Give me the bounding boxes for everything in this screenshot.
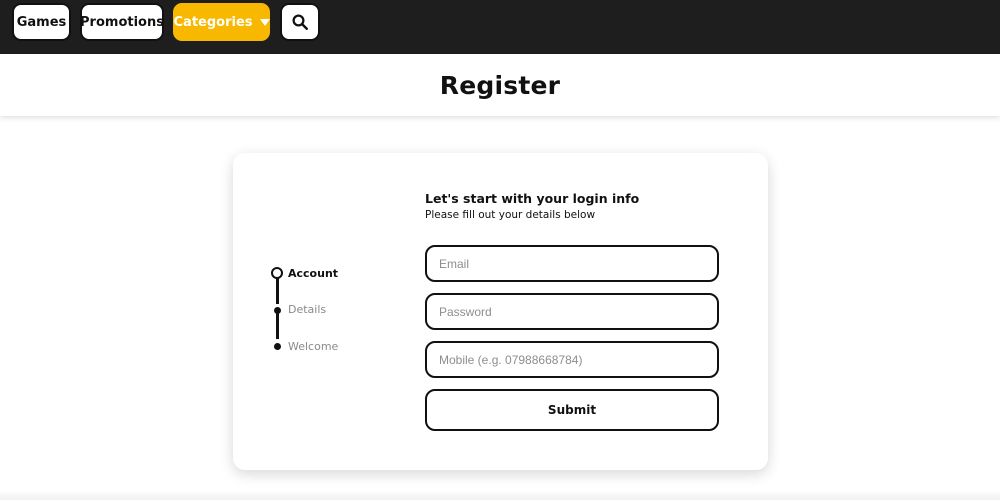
nav-promotions-button[interactable]: Promotions xyxy=(80,3,164,41)
nav-categories-dropdown[interactable]: Categories xyxy=(173,3,270,41)
form-subheading: Please fill out your details below xyxy=(425,209,596,221)
categories-label: Categories xyxy=(173,14,253,30)
search-icon xyxy=(292,14,308,30)
submit-button[interactable]: Submit xyxy=(425,389,719,431)
register-card: Account Details Welcome Let's start with… xyxy=(233,153,768,470)
nav-games-button[interactable]: Games xyxy=(12,3,71,41)
step-label-details: Details xyxy=(288,303,327,316)
step-label-account: Account xyxy=(288,267,339,280)
caret-down-icon xyxy=(259,19,270,26)
step-dot-icon xyxy=(274,343,281,350)
registration-stepper: Account Details Welcome xyxy=(271,265,391,355)
form-heading: Let's start with your login info xyxy=(425,191,640,206)
page-bottom-edge xyxy=(0,490,1000,500)
stepper-connector xyxy=(276,313,279,339)
step-current-marker-icon xyxy=(271,267,283,279)
page-header: Register xyxy=(0,54,1000,116)
search-button[interactable] xyxy=(280,3,320,41)
top-nav-bar: Games Promotions Categories xyxy=(0,0,1000,54)
mobile-field[interactable] xyxy=(425,341,719,378)
step-dot-icon xyxy=(274,307,281,314)
stepper-connector xyxy=(276,278,279,304)
password-field[interactable] xyxy=(425,293,719,330)
email-field[interactable] xyxy=(425,245,719,282)
step-label-welcome: Welcome xyxy=(288,340,339,353)
page-title: Register xyxy=(439,70,561,100)
